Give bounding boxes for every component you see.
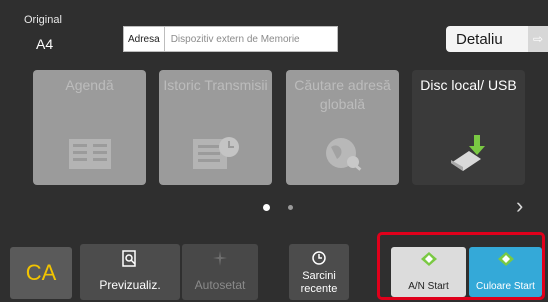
- color-start-button[interactable]: Culoare Start: [469, 247, 542, 297]
- tile-address-book[interactable]: Agendă: [33, 70, 146, 185]
- tile-label: Căutare adresă globală: [294, 77, 391, 112]
- autoset-button[interactable]: Autosetat: [182, 244, 258, 300]
- tile-transmission-history[interactable]: Istoric Transmisii: [159, 70, 272, 185]
- autoset-label: Autosetat: [194, 278, 246, 292]
- globe-search-icon: [325, 138, 361, 171]
- preview-icon: [122, 250, 136, 267]
- recent-jobs-button[interactable]: Sarcini recente: [289, 244, 349, 300]
- original-size[interactable]: A4: [36, 36, 53, 52]
- arrow-right-icon: ⇨: [528, 26, 548, 52]
- original-label: Original: [24, 14, 62, 26]
- tile-global-address-search[interactable]: Căutare adresă globală: [286, 70, 399, 185]
- pager-dot[interactable]: [288, 205, 293, 210]
- start-diamond-icon: [497, 252, 514, 266]
- sparkle-icon: [213, 251, 227, 266]
- usb-download-icon: [450, 135, 485, 171]
- history-clock-icon: [312, 251, 326, 265]
- tile-label: Disc local/ USB: [420, 77, 517, 93]
- history-icon: [192, 137, 239, 169]
- detail-button[interactable]: Detaliu ⇨: [446, 26, 548, 52]
- address-field[interactable]: Adresa Dispozitiv extern de Memorie: [123, 26, 338, 52]
- bw-start-button[interactable]: A/N Start: [391, 247, 466, 297]
- scan-screen: Original A4 Adresa Dispozitiv extern de …: [0, 0, 548, 302]
- start-diamond-icon: [420, 252, 437, 266]
- detail-label: Detaliu: [456, 30, 503, 48]
- pager-dot-active[interactable]: [263, 204, 270, 211]
- tile-local-disk-usb[interactable]: Disc local/ USB: [412, 70, 525, 185]
- address-book-icon: [68, 139, 111, 169]
- tile-label: Istoric Transmisii: [163, 77, 268, 93]
- color-start-label: Culoare Start: [476, 281, 535, 292]
- tile-label: Agendă: [65, 77, 114, 93]
- preview-button[interactable]: Previzualiz.: [80, 244, 180, 300]
- preview-label: Previzualiz.: [99, 278, 161, 292]
- recent-jobs-label: Sarcini recente: [300, 270, 338, 295]
- clear-all-button[interactable]: CA: [10, 247, 72, 299]
- address-label: Adresa: [124, 27, 165, 51]
- chevron-right-icon[interactable]: ›: [516, 193, 523, 219]
- bw-start-label: A/N Start: [408, 281, 449, 292]
- address-input[interactable]: Dispozitiv extern de Memorie: [165, 34, 300, 45]
